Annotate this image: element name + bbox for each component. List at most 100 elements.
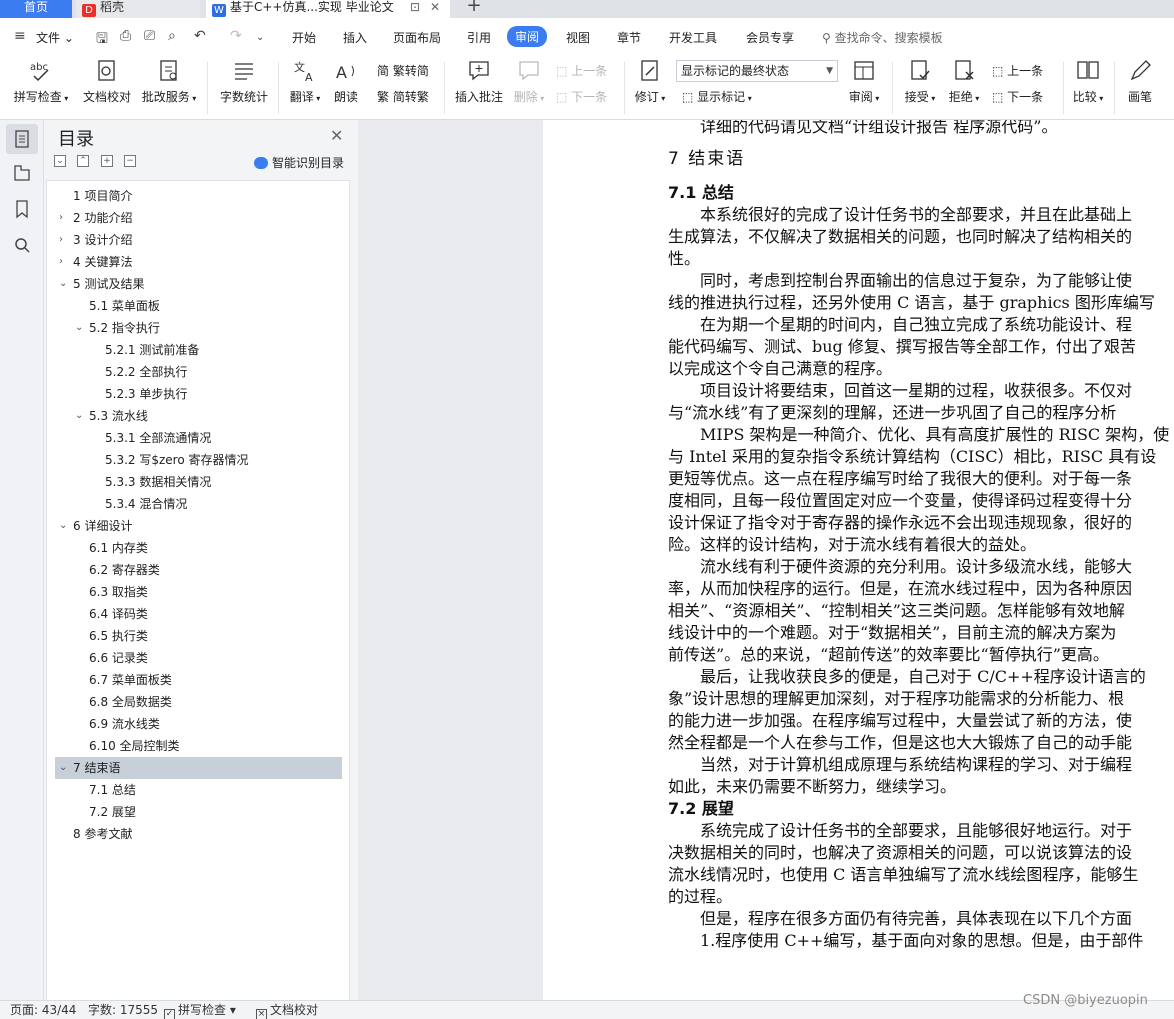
next-change-button[interactable]: ⬚ 下一条 xyxy=(992,88,1043,105)
toc-item[interactable]: ⌄ 5 测试及结果 xyxy=(55,273,342,295)
menu-file[interactable]: 文件 ⌄ xyxy=(36,29,74,46)
toc-item[interactable]: › 4 关键算法 xyxy=(55,251,342,273)
chevron-right-icon[interactable]: › xyxy=(59,229,63,251)
revise-button[interactable]: 修订 ▾ xyxy=(632,58,668,105)
trad-to-simp-button[interactable]: 简 繁转简 xyxy=(377,62,429,79)
toc-item[interactable]: 6.3 取指类 xyxy=(55,581,342,603)
review-pane-button[interactable]: 审阅 ▾ xyxy=(848,58,880,105)
toc-item[interactable]: 6.6 记录类 xyxy=(55,647,342,669)
toc-item[interactable]: ⌄ 5.2 指令执行 xyxy=(55,317,342,339)
word-count-button[interactable]: 字数统计 xyxy=(218,58,270,105)
toc-item[interactable]: 5.3.3 数据相关情况 xyxy=(55,471,342,493)
simp-to-trad-label: 简转繁 xyxy=(392,90,429,104)
toc-item[interactable]: › 3 设计介绍 xyxy=(55,229,342,251)
pin-icon[interactable]: ⊡ xyxy=(410,0,420,14)
toc-item[interactable]: 7.2 展望 xyxy=(55,801,342,823)
next-comment-button[interactable]: ⬚ 下一条 xyxy=(556,88,607,105)
toc-item[interactable]: 8 参考文献 xyxy=(55,823,342,845)
collapse-all-icon[interactable]: ⌄ xyxy=(54,155,66,167)
menu-review[interactable]: 审阅 xyxy=(507,26,548,47)
spell-check-status[interactable]: ✓ 拼写检查 ▾ xyxy=(164,1001,236,1019)
toc-item[interactable]: 5.3.4 混合情况 xyxy=(55,493,342,515)
toc-item[interactable]: ⌄ 7 结束语 xyxy=(55,757,342,779)
tab-home[interactable]: 首页 xyxy=(0,0,72,18)
delete-comment-button[interactable]: 删除 ▾ xyxy=(512,58,546,105)
toc-item[interactable]: 5.3.1 全部流通情况 xyxy=(55,427,342,449)
close-icon[interactable]: ✕ xyxy=(330,126,343,145)
batch-service-button[interactable]: 批改服务 ▾ xyxy=(140,58,198,105)
prev-comment-button[interactable]: ⬚ 上一条 xyxy=(556,62,607,79)
toc-item[interactable]: 6.9 流水线类 xyxy=(55,713,342,735)
chevron-right-icon[interactable]: › xyxy=(59,251,63,273)
chevron-down-icon[interactable]: ⌄ xyxy=(75,405,83,427)
show-markup-button[interactable]: ⬚ 显示标记 ▾ xyxy=(682,88,752,105)
prev-change-button[interactable]: ⬚ 上一条 xyxy=(992,62,1043,79)
command-search[interactable]: ⚲ 查找命令、搜索模板 xyxy=(822,29,943,46)
markup-state-select[interactable]: 显示标记的最终状态 ▼ xyxy=(676,60,838,82)
translate-button[interactable]: 文A 翻译 ▾ xyxy=(287,58,323,105)
toc-item[interactable]: 5.2.2 全部执行 xyxy=(55,361,342,383)
export-pdf-icon[interactable]: ⎙ xyxy=(120,28,131,44)
expand-all-icon[interactable]: ⌃ xyxy=(77,155,89,167)
toc-item[interactable]: ⌄ 5.3 流水线 xyxy=(55,405,342,427)
pen-button[interactable]: 画笔 xyxy=(1124,58,1156,105)
navigation-pane-icon[interactable] xyxy=(6,158,38,188)
toc-item[interactable]: 6.10 全局控制类 xyxy=(55,735,342,757)
chevron-down-icon[interactable]: ⌄ xyxy=(75,317,83,339)
tab-daoke[interactable]: D 稻壳 xyxy=(76,0,200,18)
read-aloud-button[interactable]: A 朗读 xyxy=(331,58,361,105)
print-icon[interactable]: ⎚ xyxy=(144,28,155,44)
toc-item[interactable]: 6.2 寄存器类 xyxy=(55,559,342,581)
chevron-right-icon[interactable]: › xyxy=(59,207,63,229)
menu-start[interactable]: 开始 xyxy=(292,29,316,46)
toc-item[interactable]: 5.2.3 单步执行 xyxy=(55,383,342,405)
menu-member[interactable]: 会员专享 xyxy=(746,29,794,46)
menu-dev-tools[interactable]: 开发工具 xyxy=(669,29,717,46)
menu-chapter[interactable]: 章节 xyxy=(617,29,641,46)
toc-item[interactable]: 1 项目简介 xyxy=(55,185,342,207)
toc-item[interactable]: 5.3.2 写$zero 寄存器情况 xyxy=(55,449,342,471)
toc-panel-icon[interactable] xyxy=(6,124,38,154)
chevron-down-icon[interactable]: ⌄ xyxy=(59,757,67,779)
hamburger-menu-icon[interactable]: ≡ xyxy=(14,28,26,44)
insert-comment-button[interactable]: 插入批注 xyxy=(453,58,505,105)
find-icon[interactable] xyxy=(6,230,38,260)
toc-item[interactable]: ⌄ 6 详细设计 xyxy=(55,515,342,537)
menu-page-layout[interactable]: 页面布局 xyxy=(393,29,441,46)
quick-access-dropdown-icon[interactable]: ⌄ xyxy=(256,32,264,43)
add-heading-icon[interactable]: + xyxy=(101,155,113,167)
chevron-down-icon[interactable]: ⌄ xyxy=(59,273,67,295)
undo-icon[interactable]: ↶ xyxy=(194,28,206,44)
redo-icon[interactable]: ↷ xyxy=(230,28,242,44)
compare-button[interactable]: 比较 ▾ xyxy=(1070,58,1106,105)
accept-button[interactable]: 接受 ▾ xyxy=(902,58,938,105)
document-page[interactable]: 详细的代码请见文档“计组设计报告 程序源代码”。 7 结束语 7.1 总结 本系统很好… xyxy=(543,120,1174,1000)
document-line: 能代码编写、测试、bug 修复、撰写报告等全部工作，付出了艰苦 xyxy=(668,337,1136,356)
chevron-down-icon[interactable]: ⌄ xyxy=(59,515,67,537)
toc-item[interactable]: 5.1 菜单面板 xyxy=(55,295,342,317)
toc-item[interactable]: 7.1 总结 xyxy=(55,779,342,801)
new-tab-button[interactable]: + xyxy=(456,0,486,18)
bookmark-icon[interactable] xyxy=(6,194,38,224)
menu-view[interactable]: 视图 xyxy=(566,29,590,46)
spell-check-button[interactable]: abc 拼写检查 ▾ xyxy=(12,58,70,105)
doc-proof-status[interactable]: × 文档校对 xyxy=(256,1001,318,1019)
remove-heading-icon[interactable]: − xyxy=(124,155,136,167)
toc-item[interactable]: 6.8 全局数据类 xyxy=(55,691,342,713)
toc-item[interactable]: 5.2.1 测试前准备 xyxy=(55,339,342,361)
smart-toc-button[interactable]: 智能识别目录 xyxy=(254,154,344,171)
menu-insert[interactable]: 插入 xyxy=(343,29,367,46)
toc-item[interactable]: 6.4 译码类 xyxy=(55,603,342,625)
word-count-status[interactable]: 字数: 17555 xyxy=(88,1001,158,1019)
save-icon[interactable]: 🖫 xyxy=(96,28,108,52)
toc-item[interactable]: 6.1 内存类 xyxy=(55,537,342,559)
reject-button[interactable]: 拒绝 ▾ xyxy=(946,58,982,105)
close-tab-icon[interactable]: ✕ xyxy=(430,0,440,14)
toc-item[interactable]: 6.5 执行类 xyxy=(55,625,342,647)
simp-to-trad-button[interactable]: 繁 简转繁 xyxy=(377,88,429,105)
print-preview-icon[interactable]: ⌕ xyxy=(168,28,176,44)
doc-proof-button[interactable]: 文档校对 xyxy=(82,58,132,105)
toc-item[interactable]: › 2 功能介绍 xyxy=(55,207,342,229)
toc-item[interactable]: 6.7 菜单面板类 xyxy=(55,669,342,691)
menu-reference[interactable]: 引用 xyxy=(467,29,491,46)
